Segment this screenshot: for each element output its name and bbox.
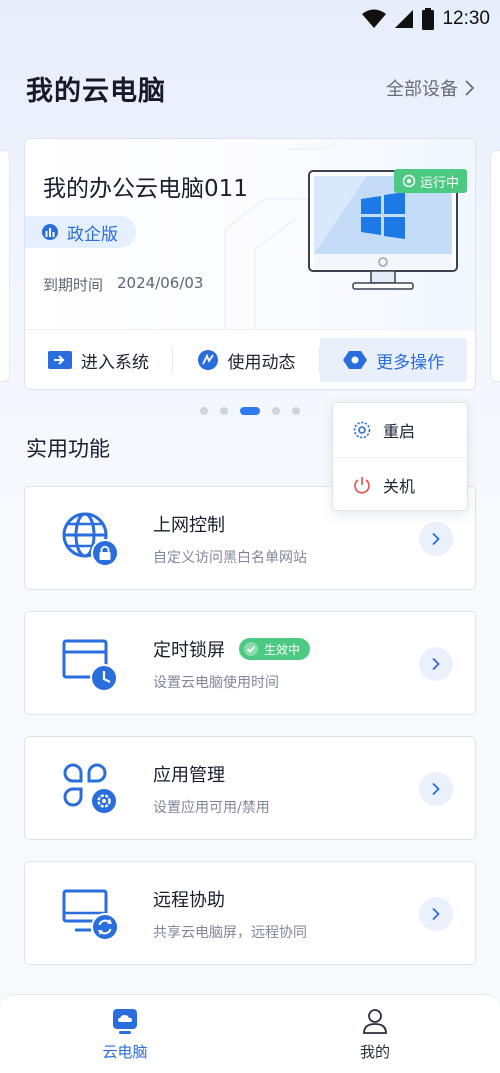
function-arrow-button[interactable] [419,647,453,681]
more-operations-button[interactable]: 更多操作 [320,338,468,382]
menu-item-restart[interactable]: 重启 [333,403,467,457]
status-time: 12:30 [442,8,490,29]
function-title: 应用管理 [153,765,225,786]
function-title-row: 应用管理 [153,761,225,787]
function-title-row: 上网控制 [153,511,225,537]
prev-pc-card-peek[interactable] [0,150,10,382]
user-icon [363,1009,387,1034]
all-devices-link[interactable]: 全部设备 [386,75,476,101]
chevron-right-icon [465,80,475,96]
usage-activity-icon [197,350,218,370]
next-pc-card-peek[interactable] [490,150,500,382]
tab-mine[interactable]: 我的 [250,995,500,1073]
function-title: 定时锁屏 [153,640,225,661]
apps-gear-icon [63,763,118,815]
function-title-row: 定时锁屏 生效中 [153,636,311,662]
more-operations-label: 更多操作 [376,352,445,373]
carousel-dot[interactable] [292,407,300,415]
header: 我的云电脑 全部设备 [26,66,476,110]
carousel-dot[interactable] [200,407,208,415]
wifi-icon [362,9,387,28]
function-title: 远程协助 [153,890,225,911]
menu-item-label: 重启 [383,422,416,441]
edition-icon [42,224,58,240]
status-icons: 12:30 [362,8,490,30]
chevron-right-icon [432,782,440,796]
chevron-right-icon [432,532,440,546]
active-status-label: 生效中 [264,642,301,657]
function-arrow-button[interactable] [419,522,453,556]
function-desc: 自定义访问黑白名单网站 [153,550,307,566]
page-title: 我的云电脑 [26,75,166,107]
chevron-right-icon [432,907,440,921]
menu-item-label: 关机 [383,477,416,496]
more-operations-menu: 重启 关机 [332,402,468,511]
carousel-dot[interactable] [220,407,228,415]
restart-icon [353,421,371,439]
more-operations-icon [343,351,368,369]
edition-label: 政企版 [67,224,118,245]
battery-icon [422,8,435,30]
status-bar: 12:30 [0,0,500,44]
carousel-dot[interactable] [272,407,280,415]
function-desc: 共享云电脑屏，远程协同 [153,925,307,941]
pc-name: 我的办公云电脑011 [43,176,248,202]
chevron-right-icon [432,657,440,671]
check-circle-icon [244,642,258,656]
expire-date: 2024/06/03 [117,274,204,292]
function-card-app-management[interactable]: 应用管理 设置应用可用/禁用 [24,736,476,840]
usage-activity-button[interactable]: 使用动态 [173,338,320,382]
monitor-sync-icon [62,889,119,941]
function-arrow-button[interactable] [419,897,453,931]
section-title: 实用功能 [26,437,110,461]
pc-card-actions: 进入系统 使用动态 更多操作 [25,330,475,389]
carousel-dots [200,407,300,415]
tab-label: 我的 [359,1043,390,1061]
tab-label: 云电脑 [102,1043,148,1061]
function-card-scheduled-lock[interactable]: 定时锁屏 生效中 设置云电脑使用时间 [24,611,476,715]
running-icon [402,174,416,188]
usage-activity-label: 使用动态 [227,352,296,373]
enter-system-icon [47,351,72,369]
function-desc: 设置云电脑使用时间 [153,675,279,691]
globe-lock-icon [62,512,119,567]
signal-icon [395,10,414,28]
function-title: 上网控制 [153,515,225,536]
function-arrow-button[interactable] [419,772,453,806]
power-icon [354,477,370,494]
enter-system-button[interactable]: 进入系统 [25,338,172,382]
function-card-remote-assist[interactable]: 远程协助 共享云电脑屏，远程协同 [24,861,476,965]
pc-card-header: 我的办公云电脑011 政企版 到期时间 2024/06/03 运行中 [25,139,475,329]
expire-row: 到期时间 2024/06/03 [43,274,203,295]
edition-badge: 政企版 [25,216,136,248]
function-title-row: 远程协助 [153,886,225,912]
running-status-badge: 运行中 [394,169,468,193]
active-status-badge: 生效中 [239,638,311,660]
function-desc: 设置应用可用/禁用 [153,800,270,816]
tab-cloud-pc[interactable]: 云电脑 [0,995,250,1073]
bottom-tab-bar: 云电脑 我的 [0,994,500,1073]
running-status-label: 运行中 [420,175,460,191]
screen-clock-icon [62,639,118,692]
cloud-pc-card: 我的办公云电脑011 政企版 到期时间 2024/06/03 运行中 进入系统 … [24,138,476,390]
expire-label: 到期时间 [43,276,104,294]
enter-system-label: 进入系统 [80,352,149,373]
carousel-dot-active[interactable] [240,407,260,415]
all-devices-label: 全部设备 [386,79,458,100]
cloud-pc-icon [113,1009,137,1034]
menu-item-power-off[interactable]: 关机 [333,458,467,512]
